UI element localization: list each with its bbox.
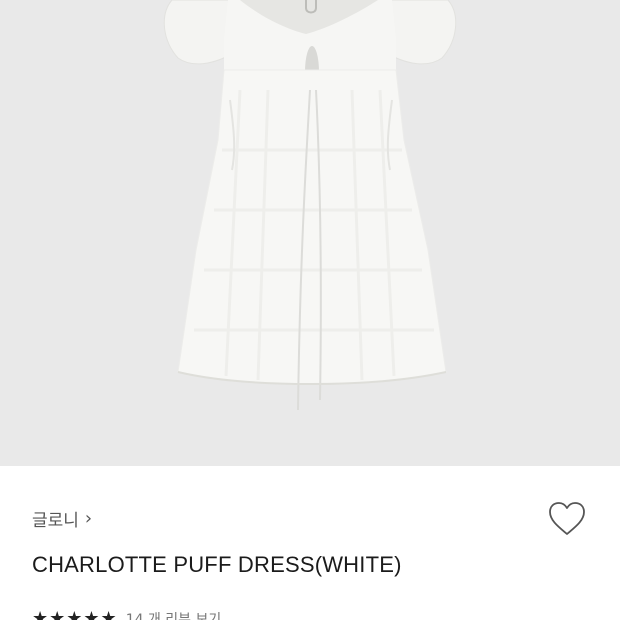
product-image[interactable] [0,0,620,466]
heart-outline-icon [549,502,585,535]
brand-name: 글로니 [32,511,79,531]
dress-illustration [163,0,457,411]
product-info-section: 글로니 › CHARLOTTE PUFF DRESS(WHITE) ★★★★★ … [0,466,620,620]
chevron-right-icon: › [84,507,93,529]
brand-link[interactable]: 글로니 › [32,506,92,531]
review-count-link[interactable]: 14 개 리뷰 보기 [126,609,222,620]
star-rating: ★★★★★ [32,608,118,620]
product-title: CHARLOTTE PUFF DRESS(WHITE) [32,552,402,577]
wishlist-button[interactable] [546,500,588,538]
rating-row: ★★★★★ 14 개 리뷰 보기 [32,608,221,620]
product-detail-page: 글로니 › CHARLOTTE PUFF DRESS(WHITE) ★★★★★ … [0,0,620,620]
